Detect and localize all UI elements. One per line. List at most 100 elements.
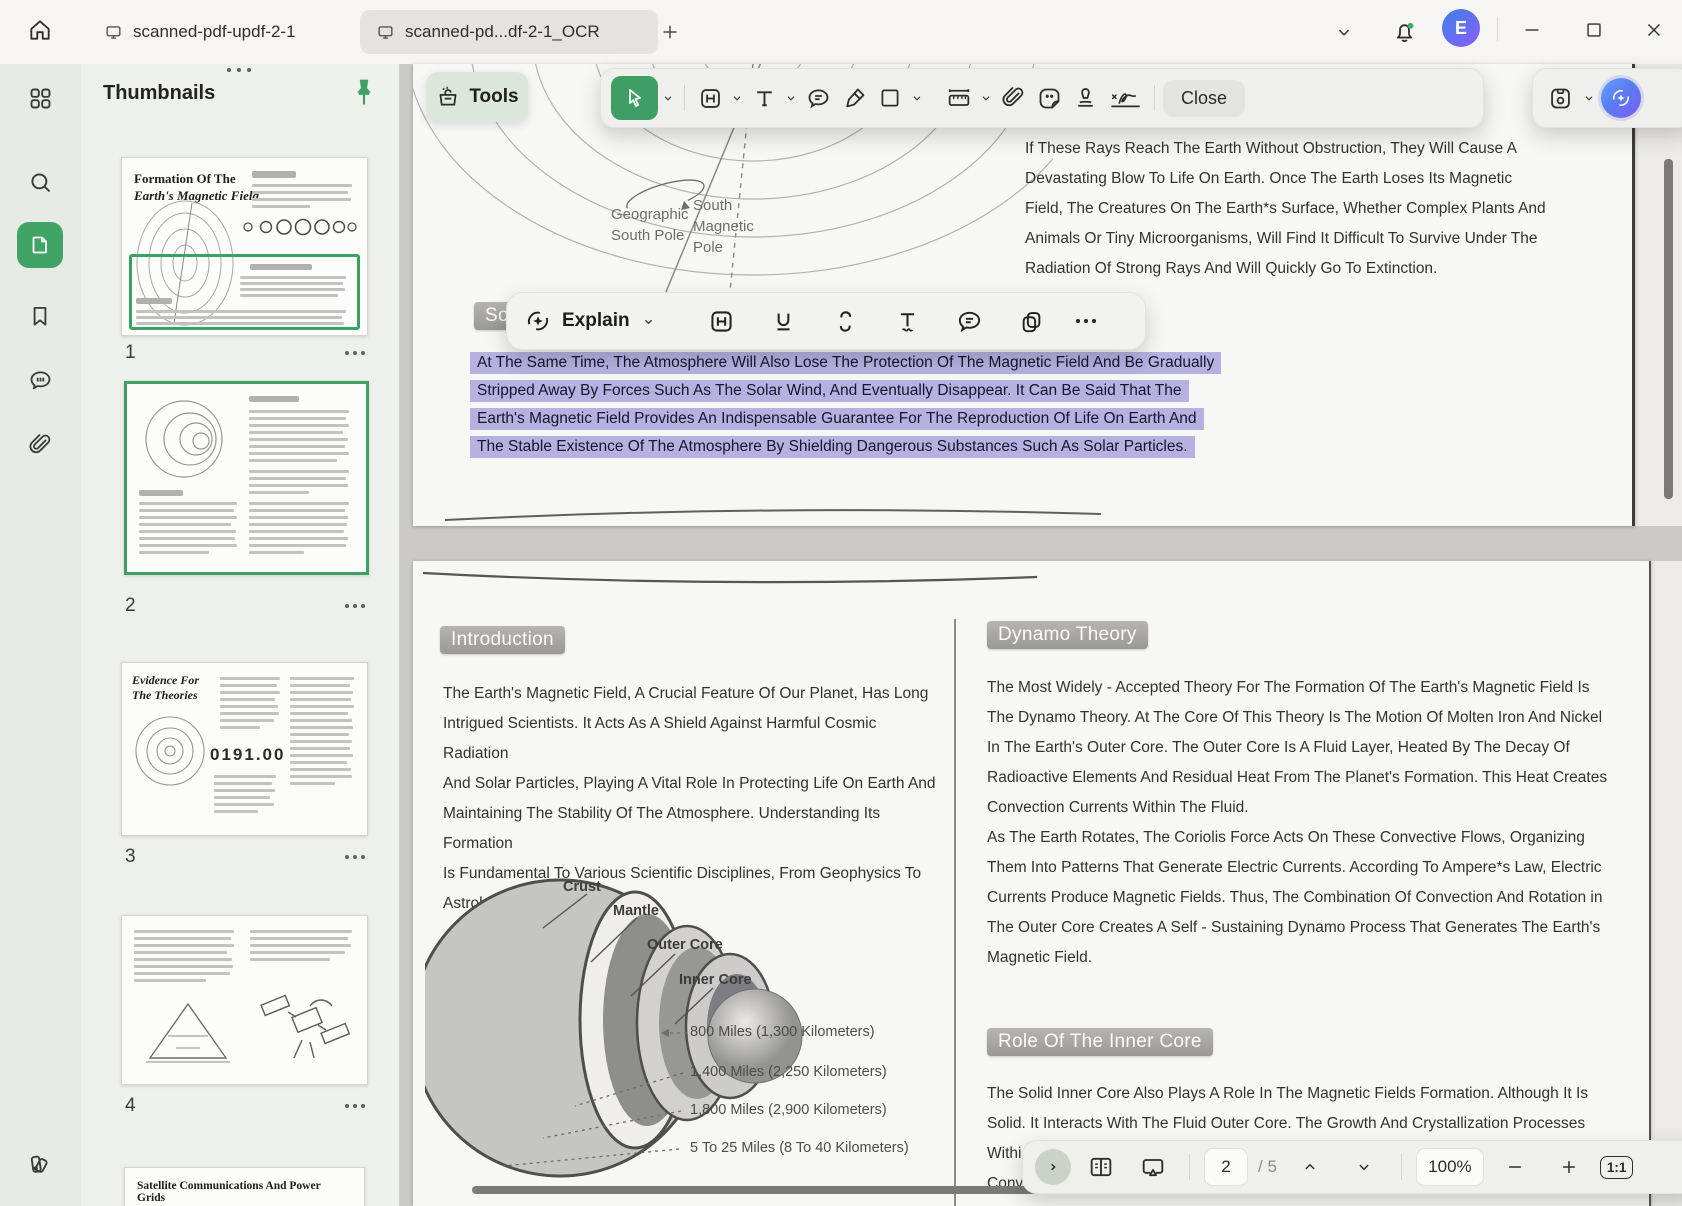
avatar[interactable]: E [1442, 9, 1480, 47]
highlight-tool-button[interactable] [693, 78, 727, 118]
thumb4-more-icon[interactable] [345, 1104, 365, 1108]
signature-tool-button[interactable] [1104, 78, 1146, 118]
thumbnail-page-5[interactable]: Satellite Communications And Power Grids [124, 1167, 365, 1206]
selected-line: Stripped Away By Forces Such As The Sola… [470, 380, 1189, 402]
tools-button[interactable]: Tools [426, 72, 528, 122]
explain-dropdown[interactable] [636, 301, 662, 341]
more-options-button[interactable] [1066, 301, 1106, 341]
layer-label-outer-core: Outer Core [647, 937, 723, 953]
thumb3-more-icon[interactable] [345, 855, 365, 859]
page1-paragraph[interactable]: If These Rays Reach The Earth Without Ob… [1025, 134, 1595, 284]
explain-button[interactable]: Explain [523, 306, 630, 336]
notifications-button[interactable] [1382, 10, 1426, 54]
two-page-view-icon [1087, 1153, 1115, 1181]
squiggly-selection-button[interactable] [880, 301, 936, 341]
thumbnail-page-3[interactable]: Evidence For The Theories 0191.00 [121, 662, 368, 836]
close-toolbar-button[interactable]: Close [1163, 80, 1245, 117]
zoom-out-button[interactable] [1492, 1147, 1538, 1187]
shape-tool-dropdown[interactable] [909, 78, 925, 118]
pen-tool-button[interactable] [837, 78, 871, 118]
strikethrough-selection-button[interactable] [818, 301, 874, 341]
comment-selection-button[interactable] [942, 301, 998, 341]
grid-icon [27, 85, 54, 112]
attach-tool-button[interactable] [996, 78, 1030, 118]
collapse-bar-button[interactable] [1035, 1149, 1071, 1185]
maximize-icon [1583, 19, 1605, 41]
minimize-button[interactable] [1510, 8, 1554, 52]
ai-assistant-button[interactable] [1601, 78, 1641, 118]
window-menu-button[interactable] [1322, 10, 1366, 54]
zoom-level-input[interactable]: 100% [1416, 1148, 1484, 1186]
comment-tool-button[interactable] [801, 78, 835, 118]
sticker-tool-button[interactable] [1032, 78, 1066, 118]
measure-tool-button[interactable] [942, 78, 976, 118]
home-button[interactable] [18, 8, 62, 52]
rail-attachment-button[interactable] [14, 419, 66, 471]
highlight-selection-button[interactable] [694, 301, 750, 341]
previous-page-button[interactable] [1287, 1147, 1333, 1187]
pin-panel-button[interactable] [349, 76, 379, 110]
text-tool-dropdown[interactable] [783, 78, 799, 118]
actual-size-button[interactable]: 1:1 [1600, 1156, 1634, 1179]
thumb4-pyramid-diagram [138, 996, 238, 1070]
rail-bookmark-button[interactable] [14, 290, 66, 342]
shape-tool-button[interactable] [873, 78, 907, 118]
pdf-page-2[interactable]: Introduction The Earth's Magnetic Field,… [413, 561, 1651, 1206]
bookmark-icon [27, 303, 53, 329]
app-window: scanned-pdf-updf-2-1 scanned-pd...df-2-1… [0, 0, 1682, 1206]
tab-label: scanned-pd...df-2-1_OCR [405, 22, 600, 42]
page-number-input[interactable]: 2 [1204, 1148, 1248, 1186]
thumbnail-page-4[interactable] [121, 915, 368, 1085]
dynamo-paragraph[interactable]: The Most Widely - Accepted Theory For Th… [987, 673, 1612, 973]
add-tab-button[interactable] [648, 10, 692, 54]
bottom-navigation-bar: 2 / 5 100% 1:1 [1022, 1140, 1682, 1194]
selected-text-block[interactable]: At The Same Time, The Atmosphere Will Al… [470, 352, 1221, 464]
page-layout-button[interactable] [1079, 1147, 1123, 1187]
vertical-scrollbar[interactable] [1664, 159, 1673, 499]
rail-swatches-button[interactable] [14, 1137, 66, 1189]
strikethrough-icon [831, 307, 860, 336]
tab-scanned-pdf[interactable]: scanned-pdf-updf-2-1 [88, 10, 372, 54]
stamp-tool-button[interactable] [1068, 78, 1102, 118]
square-shape-icon [877, 85, 903, 111]
select-tool-button-active[interactable] [611, 76, 658, 120]
thumb2-circle-diagram [141, 396, 227, 482]
page-gap [399, 526, 1682, 561]
panel-title: Thumbnails [103, 82, 215, 105]
close-window-button[interactable] [1632, 8, 1676, 52]
next-page-button[interactable] [1341, 1147, 1387, 1187]
save-panel [1532, 68, 1682, 128]
thumb3-page-number: 3 [125, 846, 136, 868]
presentation-mode-button[interactable] [1131, 1147, 1175, 1187]
zoom-in-button[interactable] [1546, 1147, 1592, 1187]
tab-doc-icon [104, 23, 123, 42]
thumbnail-page-1[interactable]: Formation Of The Earth's Magnetic Field [121, 157, 368, 336]
select-tool-dropdown[interactable] [660, 78, 676, 118]
thumbnail-page-2-selected[interactable] [124, 381, 369, 575]
copy-selection-button[interactable] [1004, 301, 1060, 341]
thumb1-visible-region-box[interactable] [129, 254, 360, 330]
save-button[interactable] [1543, 78, 1577, 118]
document-area: Geographic South Pole South Magnetic Pol… [399, 64, 1682, 1206]
south-magnetic-pole-label: South Magnetic Pole [693, 195, 754, 258]
save-dropdown[interactable] [1581, 78, 1597, 118]
tab-scanned-pdf-ocr[interactable]: scanned-pd...df-2-1_OCR [360, 10, 658, 54]
rail-home-grid-button[interactable] [14, 72, 66, 124]
explain-label: Explain [562, 310, 630, 332]
underline-selection-button[interactable] [756, 301, 812, 341]
squiggly-text-icon [893, 307, 922, 336]
rail-search-button[interactable] [14, 156, 66, 208]
thumb4-satellite-sketch [252, 970, 356, 1074]
thumb1-more-icon[interactable] [345, 351, 365, 355]
highlight-tool-dropdown[interactable] [729, 78, 745, 118]
maximize-button[interactable] [1572, 8, 1616, 52]
thumb2-more-icon[interactable] [345, 604, 365, 608]
measure-tool-dropdown[interactable] [978, 78, 994, 118]
panel-drag-handle-icon[interactable] [227, 68, 251, 72]
rail-thumbnails-button-active[interactable] [17, 222, 63, 268]
rail-comment-button[interactable] [14, 354, 66, 406]
text-tool-button[interactable] [747, 78, 781, 118]
underline-icon [769, 307, 798, 336]
comment-bubble-icon [955, 307, 984, 336]
ruler-icon [945, 84, 973, 112]
